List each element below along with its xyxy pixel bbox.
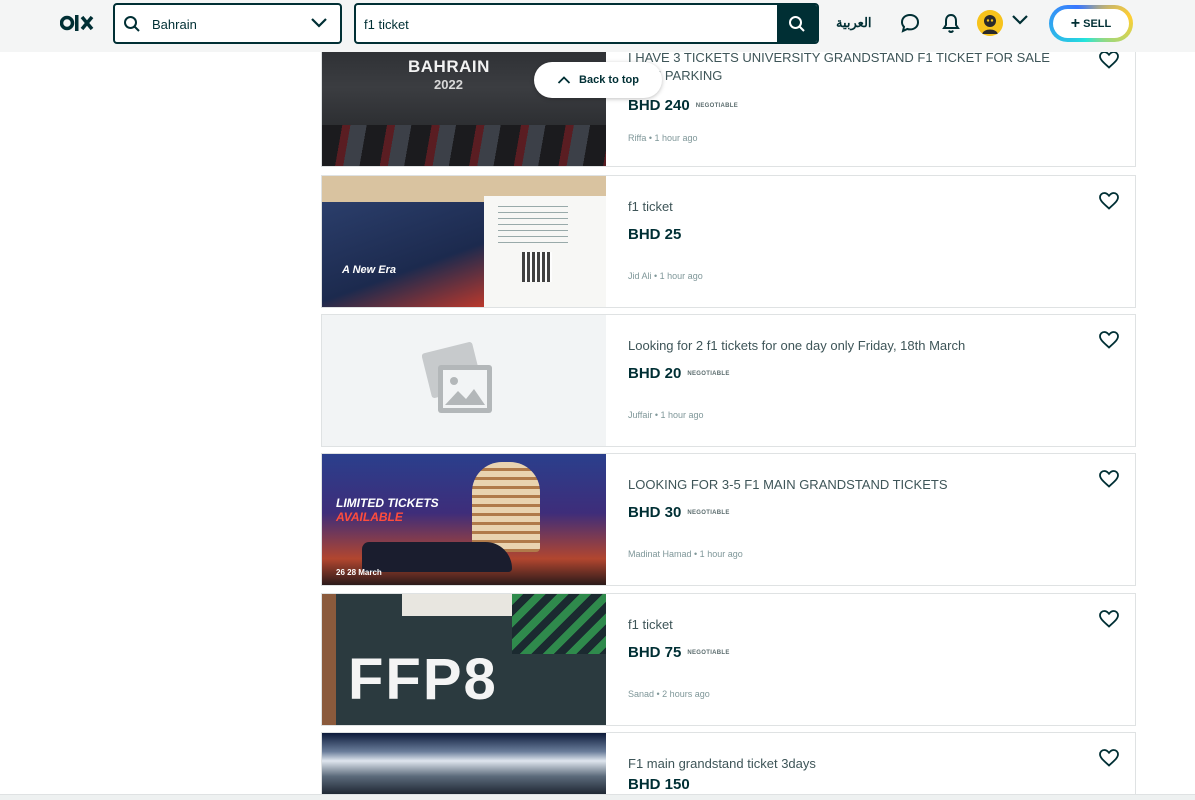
heart-icon[interactable] [1099, 470, 1119, 488]
heart-icon[interactable] [1099, 331, 1119, 349]
listing-price: BHD 30 NEGOTIABLE [628, 504, 730, 521]
listing-title[interactable]: f1 ticket [628, 198, 1058, 216]
thumb-caption: 2022 [434, 77, 463, 92]
listing-image[interactable]: FFP8 [322, 594, 606, 725]
listing-price: BHD 240 NEGOTIABLE [628, 97, 738, 114]
listing-card[interactable]: FFP8 f1 ticket BHD 75 NEGOTIABLE Sanad • … [321, 593, 1136, 726]
sell-button[interactable]: + SELL [1049, 5, 1133, 42]
back-to-top-button[interactable]: Back to top [534, 62, 662, 98]
listing-title[interactable]: Looking for 2 f1 tickets for one day onl… [628, 337, 1058, 355]
location-value: Bahrain [152, 17, 197, 32]
image-placeholder-icon [422, 342, 492, 413]
price-value: BHD 150 [628, 776, 690, 793]
listing-image[interactable]: A New Era [322, 176, 606, 307]
negotiable-badge: NEGOTIABLE [687, 650, 730, 657]
listing-title[interactable]: f1 ticket [628, 616, 1058, 634]
search-input[interactable] [364, 14, 774, 34]
negotiable-badge: NEGOTIABLE [695, 103, 739, 110]
listing-title[interactable]: F1 main grandstand ticket 3days [628, 755, 1058, 773]
search-icon [789, 15, 805, 32]
bottom-bar [0, 794, 1195, 800]
listing-price: BHD 20 NEGOTIABLE [628, 365, 730, 382]
listing-image[interactable] [322, 733, 606, 794]
listing-title[interactable]: LOOKING FOR 3-5 F1 MAIN GRANDSTAND TICKE… [628, 476, 1058, 494]
heart-icon[interactable] [1099, 192, 1119, 210]
thumb-caption: AVAILABLE [336, 510, 403, 524]
listing-card[interactable]: Looking for 2 f1 tickets for one day onl… [321, 314, 1136, 447]
listing-image[interactable] [322, 315, 606, 446]
thumb-caption: FFP8 [348, 647, 498, 712]
listing-meta: Juffair • 1 hour ago [628, 410, 704, 420]
chat-icon[interactable] [900, 13, 920, 33]
price-value: BHD 25 [628, 226, 682, 243]
price-value: BHD 240 [628, 97, 690, 114]
price-value: BHD 75 [628, 644, 682, 661]
top-header: Bahrain العربية [0, 0, 1195, 52]
listing-meta: Madinat Hamad • 1 hour ago [628, 549, 743, 559]
language-switch[interactable]: العربية [836, 15, 872, 31]
search-button[interactable] [777, 5, 817, 42]
chevron-down-icon[interactable] [310, 17, 328, 29]
thumb-caption: LIMITED TICKETS [336, 496, 439, 510]
heart-icon[interactable] [1099, 610, 1119, 628]
listing-meta: Riffa • 1 hour ago [628, 133, 698, 143]
olx-logo[interactable] [60, 11, 100, 35]
thumb-caption: BAHRAIN [408, 57, 490, 76]
listing-image[interactable]: LIMITED TICKETS AVAILABLE 26 28 March [322, 454, 606, 585]
price-value: BHD 30 [628, 504, 682, 521]
listing-price: BHD 25 [628, 226, 687, 243]
negotiable-badge: NEGOTIABLE [687, 510, 730, 517]
listing-card[interactable]: BAHRAIN 2022 I HAVE 3 TICKETS UNIVERSITY… [321, 34, 1136, 167]
bell-icon[interactable] [941, 12, 961, 34]
chevron-down-icon[interactable] [1011, 14, 1029, 26]
listing-meta: Sanad • 2 hours ago [628, 689, 710, 699]
back-to-top-label: Back to top [579, 74, 639, 86]
negotiable-badge: NEGOTIABLE [687, 371, 730, 378]
plus-icon: + [1070, 14, 1081, 32]
avatar[interactable] [977, 10, 1003, 36]
search-icon [124, 16, 140, 32]
thumb-caption: A New Era [342, 264, 397, 276]
qr-code-icon [522, 252, 552, 282]
listing-card[interactable]: F1 main grandstand ticket 3days BHD 150 [321, 732, 1136, 794]
sell-label: SELL [1083, 17, 1112, 30]
listing-title[interactable]: I HAVE 3 TICKETS UNIVERSITY GRANDSTAND F… [628, 49, 1058, 85]
price-value: BHD 20 [628, 365, 682, 382]
heart-icon[interactable] [1099, 749, 1119, 767]
listing-card[interactable]: A New Era f1 ticket BHD 25 Jid Ali • 1 h… [321, 175, 1136, 308]
search-bar [354, 3, 819, 44]
listing-image[interactable]: BAHRAIN 2022 [322, 35, 606, 166]
heart-icon[interactable] [1099, 51, 1119, 69]
listing-price: BHD 75 NEGOTIABLE [628, 644, 730, 661]
chevron-up-icon [557, 76, 571, 84]
thumb-caption: 26 28 March [336, 568, 382, 577]
listing-card[interactable]: LIMITED TICKETS AVAILABLE 26 28 March LO… [321, 453, 1136, 586]
location-selector[interactable]: Bahrain [113, 3, 342, 44]
listing-price: BHD 150 [628, 776, 696, 793]
user-avatar-icon [977, 10, 1003, 36]
listing-meta: Jid Ali • 1 hour ago [628, 271, 703, 281]
